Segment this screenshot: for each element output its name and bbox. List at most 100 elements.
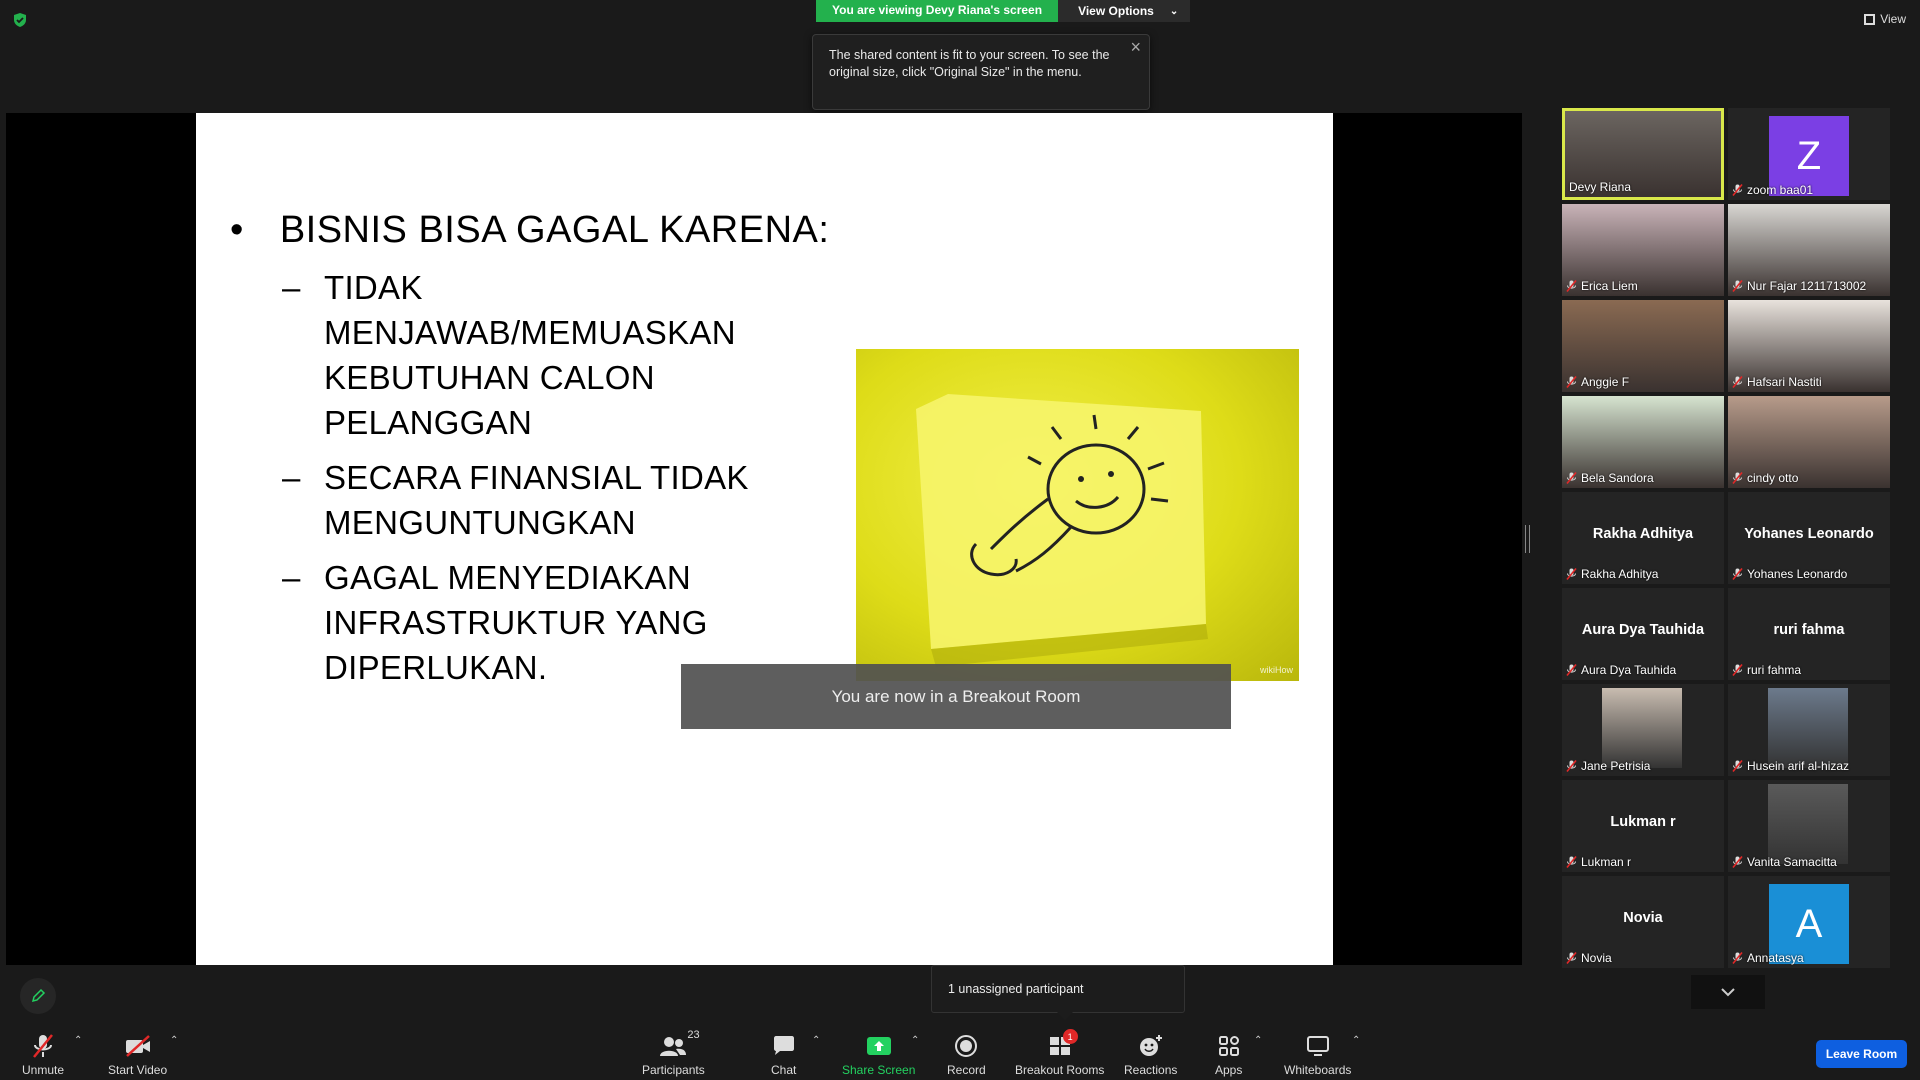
participant-name: Annatasya [1747,951,1804,965]
participant-name-label: ruri fahma [1732,663,1801,677]
unmute-button[interactable]: Unmute [22,1033,64,1077]
sub-bullets: – TIDAK MENJAWAB/MEMUASKAN KEBUTUHAN CAL… [282,265,842,700]
breakout-room-message: You are now in a Breakout Room [681,664,1231,729]
share-screen-label: Share Screen [842,1063,916,1077]
participant-tile[interactable]: Lukman r Lukman r [1562,780,1724,872]
main-bullet: • BISNIS BISA GAGAL KARENA: [230,209,829,252]
viewing-banner: You are viewing Devy Riana's screen View… [816,0,1191,22]
share-options-caret-icon[interactable]: ⌃ [911,1035,919,1046]
participant-name-label: Rakha Adhitya [1566,567,1658,581]
sub-bullet-text: TIDAK MENJAWAB/MEMUASKAN KEBUTUHAN CALON… [324,269,736,441]
participant-name: Vanita Samacitta [1747,855,1837,869]
breakout-rooms-button[interactable]: 1 Breakout Rooms [1015,1029,1105,1077]
reactions-label: Reactions [1124,1063,1178,1077]
participants-button[interactable]: 23 Participants [642,1029,705,1077]
apps-label: Apps [1215,1063,1243,1077]
participant-name-label: Lukman r [1566,855,1631,869]
participant-tile[interactable]: Erica Liem [1562,204,1724,296]
participant-tile[interactable]: Hafsari Nastiti [1728,300,1890,392]
participant-tile[interactable]: Anggie F [1562,300,1724,392]
presentation-slide: • BISNIS BISA GAGAL KARENA: – TIDAK MENJ… [196,113,1333,965]
grid-view-icon [1864,13,1876,25]
participant-tile[interactable]: Yohanes Leonardo Yohanes Leonardo [1728,492,1890,584]
leave-room-button[interactable]: Leave Room [1816,1040,1907,1068]
apps-options-caret-icon[interactable]: ⌃ [1254,1035,1262,1046]
participant-name: cindy otto [1747,471,1799,485]
video-options-caret-icon[interactable]: ⌃ [170,1035,178,1046]
lightbulb-sticky-note-image: wikiHow [856,349,1299,681]
participant-tile[interactable]: Bela Sandora [1562,396,1724,488]
muted-mic-icon [1566,952,1577,964]
main-bullet-text: BISNIS BISA GAGAL KARENA: [279,209,830,251]
sub-bullet: – SECARA FINANSIAL TIDAK MENGUNTUNGKAN [282,455,842,545]
view-button[interactable]: View [1864,12,1906,26]
apps-icon [1218,1036,1239,1056]
security-shield-icon[interactable] [12,12,28,28]
pencil-icon [31,988,46,1003]
participant-name-label: Anggie F [1566,375,1629,389]
participant-tile[interactable]: cindy otto [1728,396,1890,488]
participant-name: Jane Petrisia [1581,759,1651,773]
meeting-toolbar: Unmute ⌃ Start Video ⌃ 23 Participants C… [0,1023,1920,1080]
chat-options-caret-icon[interactable]: ⌃ [812,1035,820,1046]
view-options-button[interactable]: View Options ⌄ [1058,0,1191,22]
reactions-smiley-icon [1139,1035,1162,1056]
audio-options-caret-icon[interactable]: ⌃ [74,1035,82,1046]
participant-tile[interactable]: Novia Novia [1562,876,1724,968]
muted-mic-icon [1732,664,1743,676]
participant-photo [1768,784,1848,864]
viewing-label: You are viewing Devy Riana's screen [816,0,1059,22]
participant-tile[interactable]: Jane Petrisia [1562,684,1724,776]
whiteboard-icon [1306,1036,1329,1056]
participant-tile[interactable]: A Annatasya [1728,876,1890,968]
participant-tile[interactable]: Vanita Samacitta [1728,780,1890,872]
participant-name-label: Jane Petrisia [1566,759,1650,773]
participant-photo [1602,688,1682,768]
chat-button[interactable]: Chat [771,1033,796,1077]
whiteboard-options-caret-icon[interactable]: ⌃ [1352,1035,1360,1046]
participant-name-label: Devy Riana [1569,180,1631,194]
muted-mic-icon [1566,664,1577,676]
breakout-rooms-label: Breakout Rooms [1015,1063,1105,1077]
record-button[interactable]: Record [947,1033,986,1077]
whiteboards-button[interactable]: Whiteboards [1284,1033,1351,1077]
muted-mic-icon [1566,856,1577,868]
participant-tile[interactable]: Nur Fajar 1211713002 [1728,204,1890,296]
annotate-pencil-button[interactable] [20,978,56,1014]
participant-name: Bela Sandora [1581,471,1654,485]
apps-button[interactable]: Apps [1215,1033,1242,1077]
participant-name-label: Vanita Samacitta [1732,855,1837,869]
muted-mic-icon [1566,760,1577,772]
share-screen-button[interactable]: Share Screen [842,1033,915,1077]
shared-screen[interactable]: • BISNIS BISA GAGAL KARENA: – TIDAK MENJ… [6,113,1522,965]
record-icon [955,1035,978,1057]
start-video-button[interactable]: Start Video [108,1033,167,1077]
unmute-label: Unmute [22,1063,65,1077]
muted-mic-icon [1732,376,1743,388]
muted-mic-icon [1732,856,1743,868]
participant-name: Rakha Adhitya [1581,567,1659,581]
participant-tile[interactable]: Devy Riana [1562,108,1724,200]
participant-name-label: Yohanes Leonardo [1732,567,1847,581]
participant-name-label: Erica Liem [1566,279,1638,293]
participant-tile[interactable]: Aura Dya Tauhida Aura Dya Tauhida [1562,588,1724,680]
participant-tile[interactable]: Husein arif al-hizaz [1728,684,1890,776]
muted-mic-icon [1566,568,1577,580]
muted-mic-icon [1732,568,1743,580]
share-screen-icon [866,1037,891,1055]
participant-name-label: Nur Fajar 1211713002 [1732,279,1866,293]
image-watermark: wikiHow [1259,665,1293,675]
participant-name: Hafsari Nastiti [1747,375,1822,389]
participant-tile[interactable]: Zzoom baa01 [1728,108,1890,200]
gallery-next-page-button[interactable] [1691,975,1765,1009]
participant-name: Erica Liem [1581,279,1638,293]
resize-divider-handle[interactable] [1525,525,1530,553]
unassigned-text: 1 unassigned participant [948,982,1084,996]
participant-tile[interactable]: ruri fahma ruri fahma [1728,588,1890,680]
participant-display-name: Yohanes Leonardo [1744,526,1874,542]
unassigned-participant-popup[interactable]: 1 unassigned participant [931,965,1185,1020]
participant-tile[interactable]: Rakha Adhitya Rakha Adhitya [1562,492,1724,584]
reactions-button[interactable]: Reactions [1124,1033,1177,1077]
close-icon[interactable]: × [1130,38,1141,56]
bullet-dot: • [230,209,244,251]
